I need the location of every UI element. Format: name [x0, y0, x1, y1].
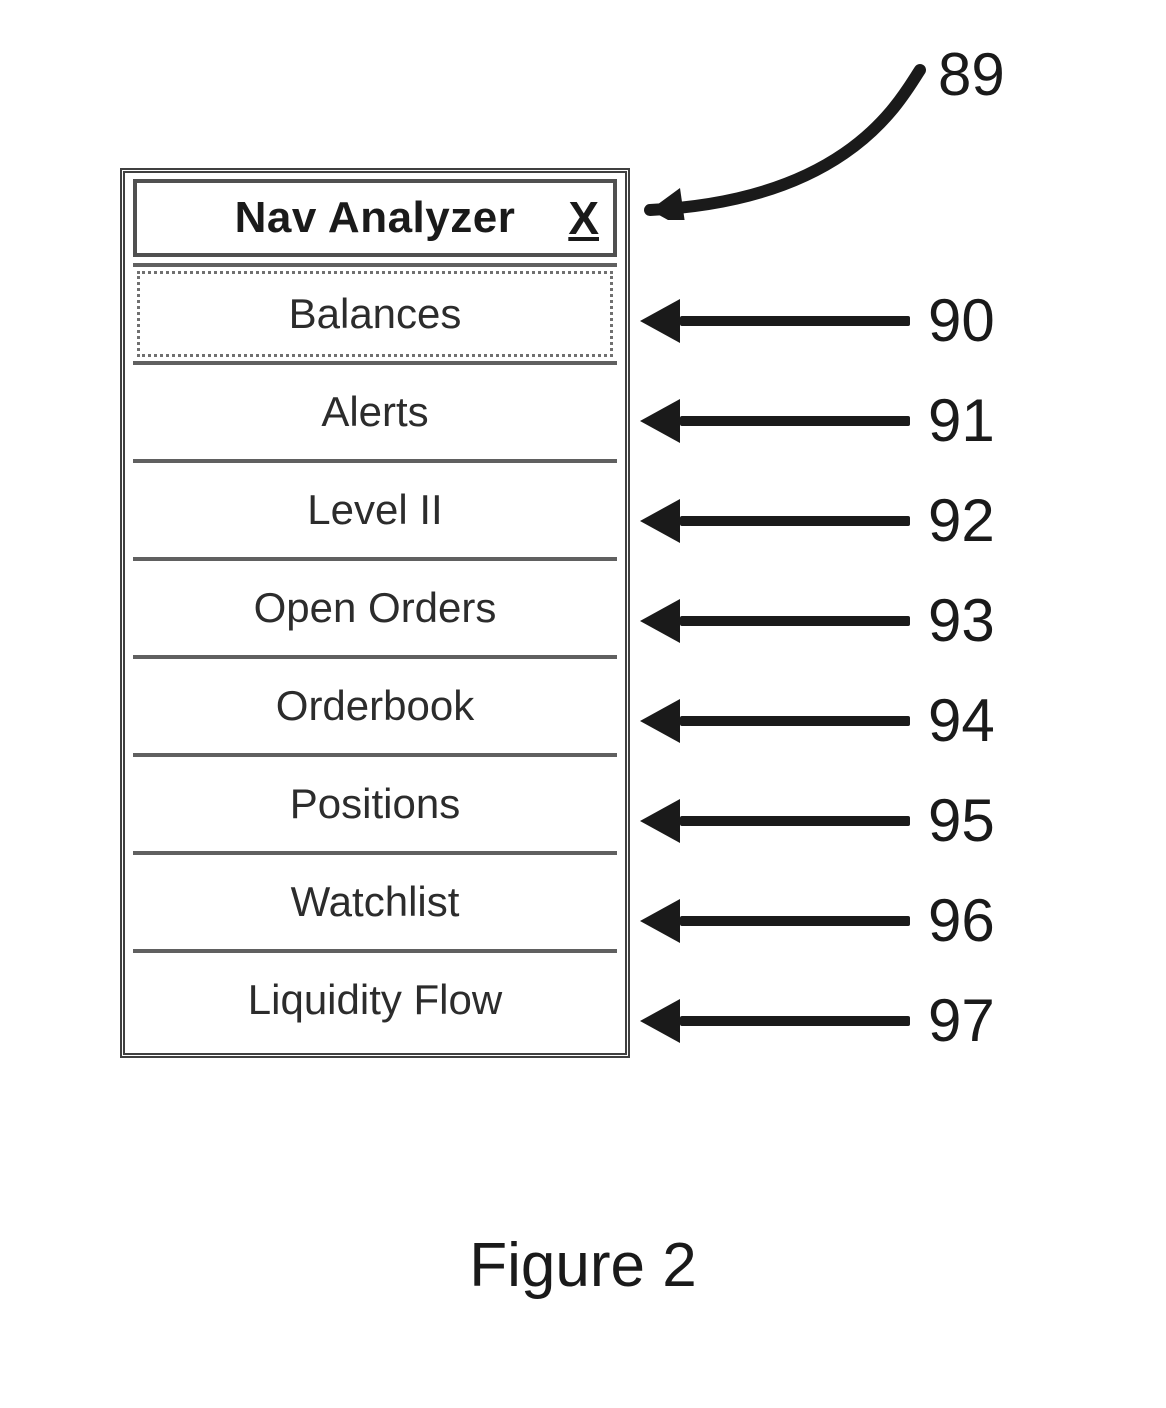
callout-89: 89: [920, 40, 1005, 109]
callout-arrow-89: [640, 60, 940, 220]
callout-96: 96: [640, 886, 995, 955]
nav-item-alerts[interactable]: Alerts: [133, 361, 617, 459]
callout-number: 94: [928, 686, 995, 755]
callout-number: 91: [928, 386, 995, 455]
callout-91: 91: [640, 386, 995, 455]
arrow-shaft: [680, 916, 910, 926]
nav-item-balances[interactable]: Balances: [133, 263, 617, 361]
arrow-head-icon: [640, 399, 680, 443]
arrow-head-icon: [640, 799, 680, 843]
nav-item-open-orders[interactable]: Open Orders: [133, 557, 617, 655]
nav-item-orderbook[interactable]: Orderbook: [133, 655, 617, 753]
callout-number: 89: [938, 40, 1005, 109]
arrow-shaft: [680, 516, 910, 526]
figure-caption: Figure 2: [0, 1230, 1166, 1301]
arrow-shaft: [680, 416, 910, 426]
nav-item-positions[interactable]: Positions: [133, 753, 617, 851]
panel-title: Nav Analyzer: [235, 193, 516, 243]
nav-item-label: Level II: [307, 486, 442, 534]
nav-item-level-ii[interactable]: Level II: [133, 459, 617, 557]
arrow-head-icon: [640, 999, 680, 1043]
close-icon[interactable]: X: [568, 195, 599, 241]
nav-analyzer-panel: Nav Analyzer X Balances Alerts Level II …: [120, 168, 630, 1058]
arrow-shaft: [680, 316, 910, 326]
nav-item-label: Positions: [290, 780, 460, 828]
callout-number: 93: [928, 586, 995, 655]
arrow-shaft: [680, 1016, 910, 1026]
figure-canvas: Nav Analyzer X Balances Alerts Level II …: [0, 0, 1166, 1408]
nav-item-label: Watchlist: [291, 878, 460, 926]
nav-item-watchlist[interactable]: Watchlist: [133, 851, 617, 949]
arrow-shaft: [680, 816, 910, 826]
arrow-head-icon: [640, 899, 680, 943]
callout-90: 90: [640, 286, 995, 355]
callout-92: 92: [640, 486, 995, 555]
callout-95: 95: [640, 786, 995, 855]
nav-item-label: Orderbook: [276, 682, 474, 730]
callout-93: 93: [640, 586, 995, 655]
arrow-head-icon: [640, 699, 680, 743]
nav-item-label: Open Orders: [254, 584, 497, 632]
callout-94: 94: [640, 686, 995, 755]
callout-number: 90: [928, 286, 995, 355]
arrow-head-icon: [640, 299, 680, 343]
title-bar: Nav Analyzer X: [133, 179, 617, 257]
callout-97: 97: [640, 986, 995, 1055]
nav-item-liquidity-flow[interactable]: Liquidity Flow: [133, 949, 617, 1047]
callout-number: 95: [928, 786, 995, 855]
arrow-head-icon: [640, 599, 680, 643]
arrow-shaft: [680, 616, 910, 626]
callout-number: 96: [928, 886, 995, 955]
nav-item-list: Balances Alerts Level II Open Orders Ord…: [125, 263, 625, 1053]
callout-number: 97: [928, 986, 995, 1055]
callout-number: 92: [928, 486, 995, 555]
arrow-shaft: [680, 716, 910, 726]
nav-item-label: Balances: [289, 290, 462, 338]
arrow-head-icon: [640, 499, 680, 543]
nav-item-label: Alerts: [321, 388, 428, 436]
nav-item-label: Liquidity Flow: [248, 976, 502, 1024]
